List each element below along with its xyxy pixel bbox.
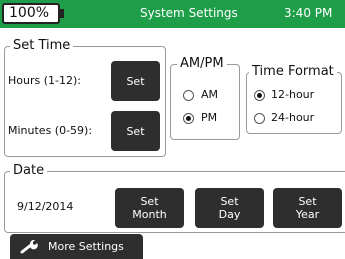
date-value: 9/12/2014: [17, 200, 74, 213]
status-bar: 100% System Settings 3:40 PM: [0, 0, 345, 28]
wrench-icon: [20, 239, 38, 253]
time-format-group: [246, 72, 342, 134]
ampm-group: [170, 64, 240, 140]
more-settings-button[interactable]: More Settings: [10, 234, 143, 259]
pm-radio[interactable]: [183, 113, 194, 124]
pm-label: PM: [201, 111, 218, 124]
set-time-legend: Set Time: [10, 38, 74, 54]
battery-indicator: 100%: [2, 3, 60, 24]
set-day-button[interactable]: Set Day: [195, 188, 264, 228]
24-hour-label: 24-hour: [271, 111, 315, 124]
battery-level: 100%: [9, 5, 50, 21]
set-year-button[interactable]: Set Year: [273, 188, 342, 228]
hours-label: Hours (1-12):: [8, 74, 81, 87]
battery-terminal-icon: [59, 9, 64, 18]
set-minutes-button[interactable]: Set: [111, 111, 160, 151]
ampm-legend: AM/PM: [177, 56, 227, 72]
am-radio[interactable]: [183, 90, 194, 101]
time-format-legend: Time Format: [249, 64, 337, 80]
date-legend: Date: [10, 163, 48, 179]
more-settings-label: More Settings: [48, 240, 124, 253]
12-hour-radio[interactable]: [254, 90, 265, 101]
screen-title: System Settings: [140, 6, 238, 20]
12-hour-label: 12-hour: [271, 88, 315, 101]
minutes-label: Minutes (0-59):: [8, 124, 93, 137]
set-month-button[interactable]: Set Month: [115, 188, 184, 228]
set-hours-button[interactable]: Set: [111, 61, 160, 101]
am-label: AM: [201, 88, 219, 101]
clock: 3:40 PM: [284, 6, 333, 20]
24-hour-radio[interactable]: [254, 113, 265, 124]
